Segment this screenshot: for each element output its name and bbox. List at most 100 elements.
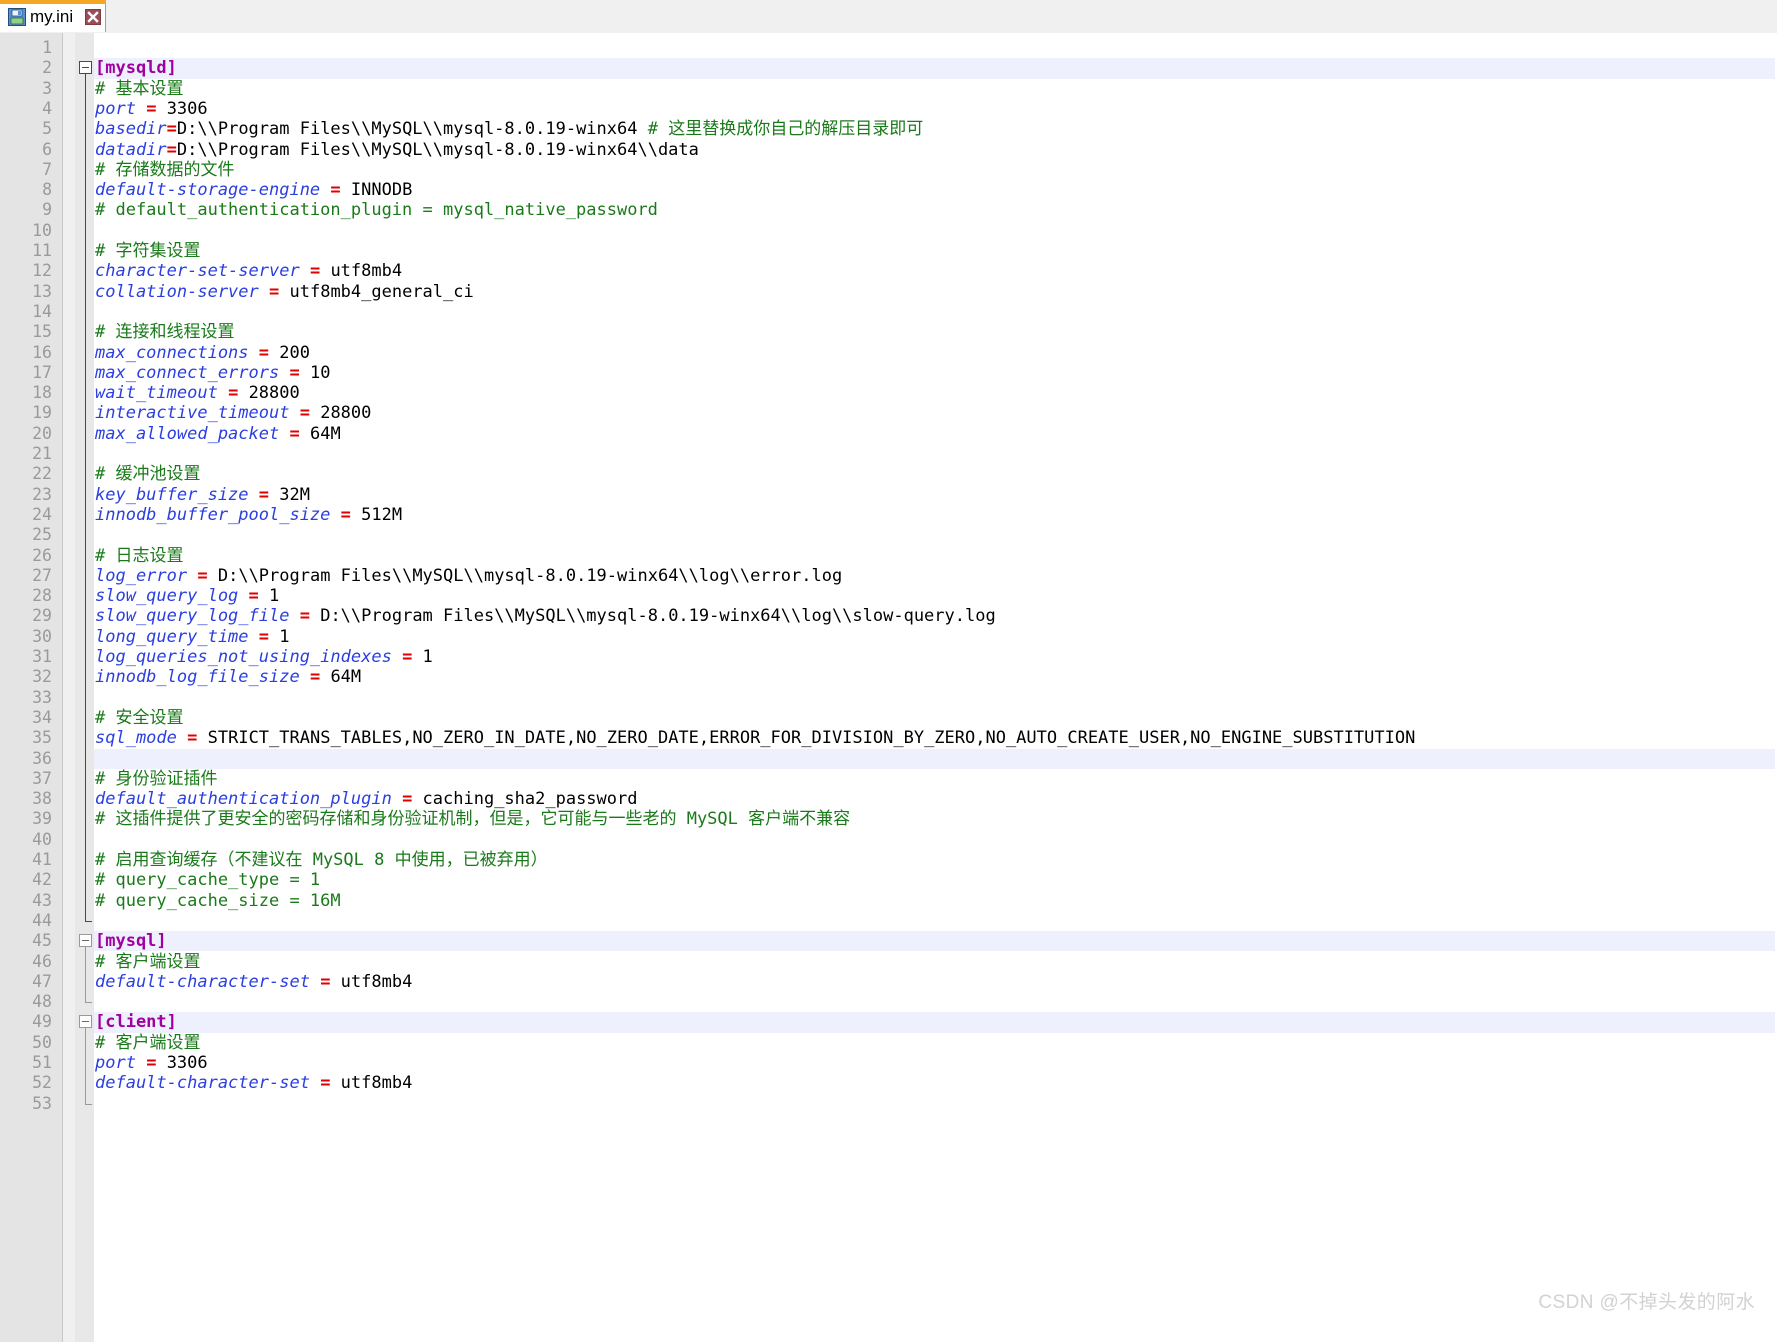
code-line[interactable] (94, 302, 1777, 322)
line-number: 39 (32, 809, 52, 829)
line-number: 40 (32, 829, 52, 849)
code-line[interactable]: max_allowed_packet = 64M (94, 424, 1777, 444)
code-line[interactable]: wait_timeout = 28800 (94, 383, 1777, 403)
code-line[interactable]: max_connections = 200 (94, 343, 1777, 363)
code-line[interactable]: datadir=D:\\Program Files\\MySQL\\mysql-… (94, 140, 1777, 160)
line-number: 42 (32, 870, 52, 890)
code-line[interactable]: port = 3306 (94, 99, 1777, 119)
code-line[interactable]: default_authentication_plugin = caching_… (94, 789, 1777, 809)
code-line[interactable]: # 客户端设置 (94, 1033, 1777, 1053)
line-number: 2 (42, 58, 52, 78)
code-line[interactable] (94, 444, 1777, 464)
code-line[interactable] (94, 525, 1777, 545)
line-number: 41 (32, 850, 52, 869)
token-val: utf8mb4 (320, 261, 403, 282)
code-content[interactable]: [mysqld] # 基本设置 port = 3306 basedir=D:\\Pro… (94, 33, 1777, 1342)
code-line[interactable]: log_queries_not_using_indexes = 1 (94, 647, 1777, 667)
close-icon[interactable] (85, 9, 101, 25)
code-line[interactable]: # default_authentication_plugin = mysql_… (94, 200, 1777, 220)
code-line[interactable]: [mysqld] (94, 58, 1777, 78)
token-val (392, 647, 402, 667)
line-number: 14 (32, 301, 52, 321)
code-line[interactable]: character-set-server = utf8mb4 (94, 261, 1777, 281)
code-line[interactable]: # 启用查询缓存（不建议在 MySQL 8 中使用，已被弃用） (94, 850, 1777, 870)
line-number: 50 (32, 1032, 52, 1052)
code-line[interactable]: slow_query_log_file = D:\\Program Files\… (94, 606, 1777, 626)
fold-collapse-icon[interactable] (79, 61, 92, 75)
code-line[interactable]: default-storage-engine = INNODB (94, 180, 1777, 200)
code-line[interactable]: # 客户端设置 (94, 952, 1777, 972)
fold-minus-glyph (82, 940, 89, 942)
code-line[interactable]: # query_cache_size = 16M (94, 891, 1777, 911)
floppy-disk-icon (8, 8, 26, 26)
code-line[interactable]: max_connect_errors = 10 (94, 363, 1777, 383)
code-line[interactable]: log_error = D:\\Program Files\\MySQL\\my… (94, 566, 1777, 586)
token-eq: = (197, 565, 208, 586)
code-line[interactable]: # 安全设置 (94, 708, 1777, 728)
code-line[interactable]: # 存储数据的文件 (94, 160, 1777, 180)
token-val (136, 1053, 146, 1073)
fold-margin[interactable] (63, 33, 94, 1342)
code-line[interactable] (94, 830, 1777, 850)
code-line[interactable]: # query_cache_type = 1 (94, 870, 1777, 890)
code-line[interactable]: basedir=D:\\Program Files\\MySQL\\mysql-… (94, 119, 1777, 139)
token-cmt: # 客户端设置 (95, 1032, 201, 1053)
code-line[interactable] (94, 688, 1777, 708)
code-line[interactable] (94, 38, 1777, 58)
code-line[interactable]: key_buffer_size = 32M (94, 485, 1777, 505)
token-key: default-character-set (95, 1073, 310, 1094)
line-number: 44 (32, 910, 52, 930)
token-key: max_allowed_packet (95, 423, 280, 444)
line-number-gutter: 1 2 3 4 5 6 7 8 9 10 11 12 13 14 15 16 17 18 19 20 21 22 23 24 2… (0, 33, 63, 1342)
code-line[interactable]: innodb_buffer_pool_size = 512M (94, 505, 1777, 525)
code-line[interactable]: interactive_timeout = 28800 (94, 403, 1777, 423)
code-line[interactable]: # 缓冲池设置 (94, 464, 1777, 484)
code-line[interactable]: # 这插件提供了更安全的密码存储和身份验证机制，但是，它可能与一些老的 MySQ… (94, 809, 1777, 829)
code-line[interactable]: default-character-set = utf8mb4 (94, 972, 1777, 992)
code-line[interactable] (94, 221, 1777, 241)
token-val: 3306 (156, 1053, 208, 1073)
line-number: 18 (32, 383, 52, 403)
token-val (289, 606, 299, 626)
token-eq: = (146, 98, 157, 119)
editor-area[interactable]: 1 2 3 4 5 6 7 8 9 10 11 12 13 14 15 16 17 18 19 20 21 22 23 24 2… (0, 33, 1777, 1342)
code-line[interactable] (94, 911, 1777, 931)
code-line[interactable]: # 基本设置 (94, 79, 1777, 99)
token-key: long_query_time (95, 626, 249, 647)
token-val (249, 485, 259, 505)
code-line[interactable] (94, 992, 1777, 1012)
token-key: basedir (95, 119, 167, 140)
code-line[interactable]: sql_mode = STRICT_TRANS_TABLES,NO_ZERO_I… (94, 728, 1777, 748)
token-eq: = (146, 1053, 157, 1073)
token-eq: = (320, 1073, 331, 1094)
token-eq: = (258, 342, 270, 363)
token-key: innodb_log_file_size (95, 667, 300, 688)
code-line[interactable] (94, 749, 1777, 769)
code-line[interactable]: collation-server = utf8mb4_general_ci (94, 282, 1777, 302)
code-line[interactable]: [client] (94, 1012, 1777, 1032)
token-eq: = (299, 606, 310, 627)
fold-collapse-icon[interactable] (79, 1015, 92, 1029)
token-val: utf8mb4 (330, 1073, 413, 1094)
code-line[interactable]: # 日志设置 (94, 546, 1777, 566)
token-eq: = (340, 504, 351, 525)
token-val: 1 (412, 647, 433, 667)
code-line[interactable] (94, 1094, 1777, 1114)
tab-my-ini[interactable]: my.ini (0, 0, 106, 32)
line-number: 20 (32, 423, 52, 443)
code-line[interactable]: slow_query_log = 1 (94, 586, 1777, 606)
token-eq: = (402, 647, 413, 667)
code-line[interactable]: # 身份验证插件 (94, 769, 1777, 789)
fold-collapse-icon[interactable] (79, 934, 92, 948)
token-val (289, 403, 299, 423)
code-line[interactable]: # 连接和线程设置 (94, 322, 1777, 342)
code-line[interactable]: # 字符集设置 (94, 241, 1777, 261)
code-line[interactable]: innodb_log_file_size = 64M (94, 667, 1777, 687)
code-line[interactable]: default-character-set = utf8mb4 (94, 1073, 1777, 1093)
token-cmt: # 字符集设置 (95, 241, 201, 261)
line-number: 4 (42, 98, 52, 118)
line-number: 22 (32, 464, 52, 484)
code-line[interactable]: long_query_time = 1 (94, 627, 1777, 647)
code-line[interactable]: port = 3306 (94, 1053, 1777, 1073)
code-line[interactable]: [mysql] (94, 931, 1777, 951)
